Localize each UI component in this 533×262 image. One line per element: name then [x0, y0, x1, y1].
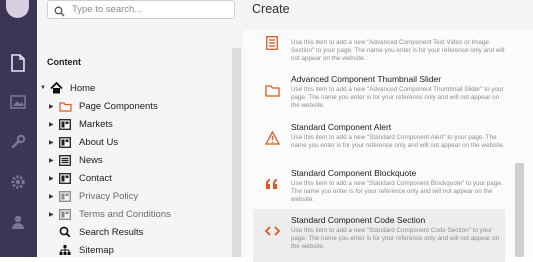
- panel-header: Create: [243, 0, 533, 30]
- content-section-icon[interactable]: [7, 52, 29, 74]
- tree-node-label: Terms and Conditions: [79, 208, 171, 220]
- user-icon[interactable]: [7, 211, 29, 233]
- create-item-description: Use this item to add a new "Advanced Com…: [291, 86, 504, 109]
- content-tree-panel: Content ▼ Home ▶ Page Components ▶ Marke…: [37, 0, 244, 257]
- caret-right-icon[interactable]: ▶: [49, 193, 57, 200]
- avatar[interactable]: [6, 0, 29, 18]
- tree-node-terms-and-conditions[interactable]: ▶ Terms and Conditions: [49, 206, 171, 222]
- create-item-description: Use this item to add a new "Standard Com…: [291, 134, 505, 149]
- tree-node-label: About Us: [79, 136, 119, 148]
- tree-node-privacy-policy[interactable]: ▶ Privacy Policy: [49, 188, 138, 204]
- create-item-name: Standard Component Alert: [291, 122, 392, 132]
- home-icon: [48, 82, 64, 94]
- gear-icon[interactable]: [7, 171, 29, 193]
- layout-icon: [57, 118, 73, 130]
- tree-node-sitemap[interactable]: Sitemap: [57, 242, 114, 257]
- create-item-description: Use this item to add a new "Advanced Com…: [291, 39, 505, 62]
- caret-down-icon[interactable]: ▼: [40, 85, 48, 91]
- alert-icon: [264, 130, 280, 146]
- sitemap-icon: [57, 244, 73, 256]
- caret-right-icon[interactable]: ▶: [49, 157, 57, 164]
- caret-right-icon[interactable]: ▶: [49, 121, 57, 128]
- tree-node-label: News: [79, 154, 103, 166]
- tree-node-label: Contact: [79, 172, 112, 184]
- folder-icon: [57, 100, 73, 112]
- search-input[interactable]: [72, 2, 222, 16]
- tree-node-page-components[interactable]: ▶ Page Components: [49, 98, 158, 114]
- tree-node-home[interactable]: ▼ Home: [40, 80, 95, 96]
- create-item-name: Advanced Component Thumbnail Slider: [291, 74, 442, 84]
- quote-icon: [264, 176, 280, 192]
- layout-icon: [57, 172, 73, 184]
- code-icon: [264, 223, 280, 239]
- search-icon: [54, 4, 65, 22]
- create-item-name: Standard Component Code Section: [291, 215, 426, 225]
- tree-node-markets[interactable]: ▶ Markets: [49, 116, 113, 132]
- tree-scrollbar[interactable]: [232, 48, 241, 257]
- media-section-icon[interactable]: [7, 91, 29, 113]
- create-panel: Use this item to add a new "Advanced Com…: [243, 0, 533, 262]
- tree-node-label: Sitemap: [79, 244, 114, 256]
- create-item[interactable]: Standard Component Blockquote Use this i…: [253, 162, 505, 215]
- create-item-description: Use this item to add a new "Standard Com…: [291, 227, 500, 250]
- panel-title: Create: [252, 2, 290, 16]
- layout-icon: [57, 190, 73, 202]
- section-rail: [0, 0, 37, 257]
- create-item-description: Use this item to add a new "Standard Com…: [291, 180, 503, 203]
- tree-node-news[interactable]: ▶ News: [49, 152, 103, 168]
- list-icon: [57, 154, 73, 166]
- tree-node-label: Privacy Policy: [79, 190, 139, 202]
- tree-node-label: Markets: [79, 118, 113, 130]
- layout-icon: [57, 136, 73, 148]
- panel-scrollbar[interactable]: [515, 163, 524, 257]
- section-icon: [264, 35, 280, 51]
- tree-node-label: Home: [70, 82, 96, 94]
- search-box[interactable]: [47, 0, 235, 19]
- caret-right-icon[interactable]: ▶: [49, 103, 57, 110]
- tree-node-contact[interactable]: ▶ Contact: [49, 170, 112, 186]
- folder-icon: [264, 82, 280, 98]
- tree-node-label: Page Components: [79, 100, 158, 112]
- caret-right-icon[interactable]: ▶: [49, 175, 57, 182]
- tree-node-label: Search Results: [79, 226, 144, 238]
- tree-title: Content: [47, 57, 81, 67]
- caret-right-icon[interactable]: ▶: [49, 211, 57, 218]
- tree-node-about-us[interactable]: ▶ About Us: [49, 134, 118, 150]
- create-item[interactable]: Advanced Component Thumbnail Slider Use …: [253, 68, 505, 121]
- create-item-name: Standard Component Blockquote: [291, 168, 417, 178]
- search-icon: [57, 226, 73, 238]
- create-item[interactable]: Standard Component Code Section Use this…: [253, 209, 505, 262]
- tree-node-search-results[interactable]: Search Results: [57, 224, 143, 240]
- layout-icon: [57, 208, 73, 220]
- caret-right-icon[interactable]: ▶: [49, 139, 57, 146]
- wrench-icon[interactable]: [7, 131, 29, 153]
